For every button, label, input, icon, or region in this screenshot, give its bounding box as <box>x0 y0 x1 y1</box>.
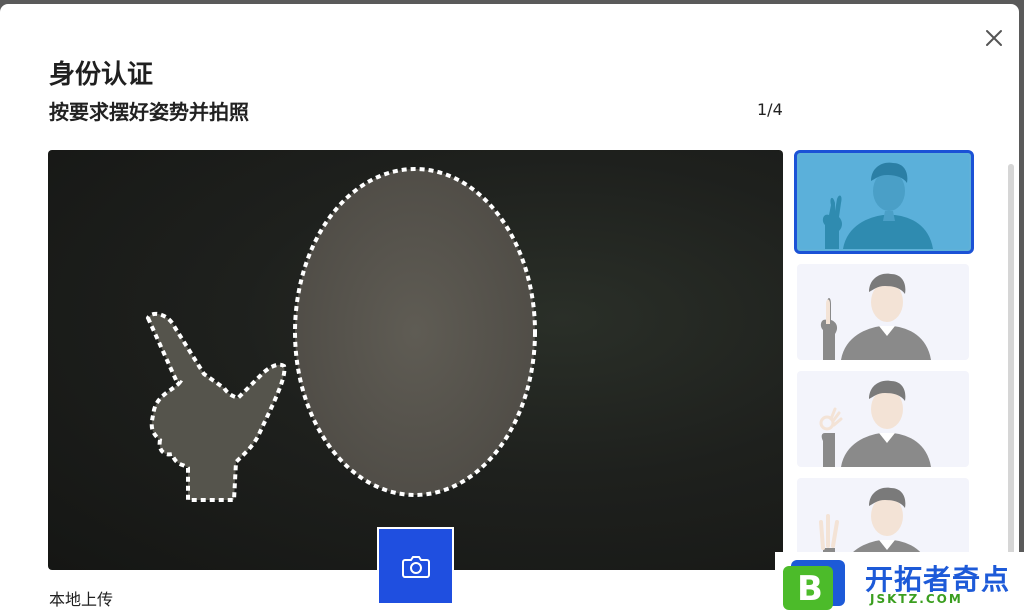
pose-thumbnail-ok-sign[interactable] <box>797 371 969 467</box>
watermark-domain: JSKTZ.COM <box>870 592 963 606</box>
face-guide-outline <box>293 167 537 497</box>
pose-thumbnail-index-finger[interactable] <box>797 264 969 360</box>
camera-icon <box>401 556 430 578</box>
person-ok-sign-icon <box>819 380 931 467</box>
person-index-finger-icon <box>820 273 931 360</box>
pose-thumbnail-v-sign[interactable] <box>794 150 974 254</box>
person-v-sign-icon <box>822 162 933 249</box>
step-counter: 1/4 <box>757 100 783 119</box>
scrollbar-thumb[interactable] <box>1008 164 1014 564</box>
thumbnail-scrollbar[interactable] <box>1008 164 1014 613</box>
watermark-logo-icon: B <box>783 560 845 610</box>
pose-instruction: 按要求摆好姿势并拍照 <box>49 100 249 124</box>
local-upload-link[interactable]: 本地上传 <box>49 586 113 610</box>
close-icon <box>986 30 1002 46</box>
identity-verification-dialog: 身份认证 按要求摆好姿势并拍照 1/4 本地上传 <box>0 4 1019 613</box>
capture-button[interactable] <box>377 527 454 605</box>
pose-guide-overlay <box>145 167 537 502</box>
close-button[interactable] <box>982 26 1006 50</box>
camera-preview <box>48 150 783 570</box>
hand-guide-outline <box>145 311 287 502</box>
watermark: B 开拓者奇点 JSKTZ.COM <box>775 552 1024 613</box>
svg-text:B: B <box>797 569 823 609</box>
dialog-title: 身份认证 <box>49 60 154 90</box>
pose-thumbnail-list <box>794 148 974 613</box>
